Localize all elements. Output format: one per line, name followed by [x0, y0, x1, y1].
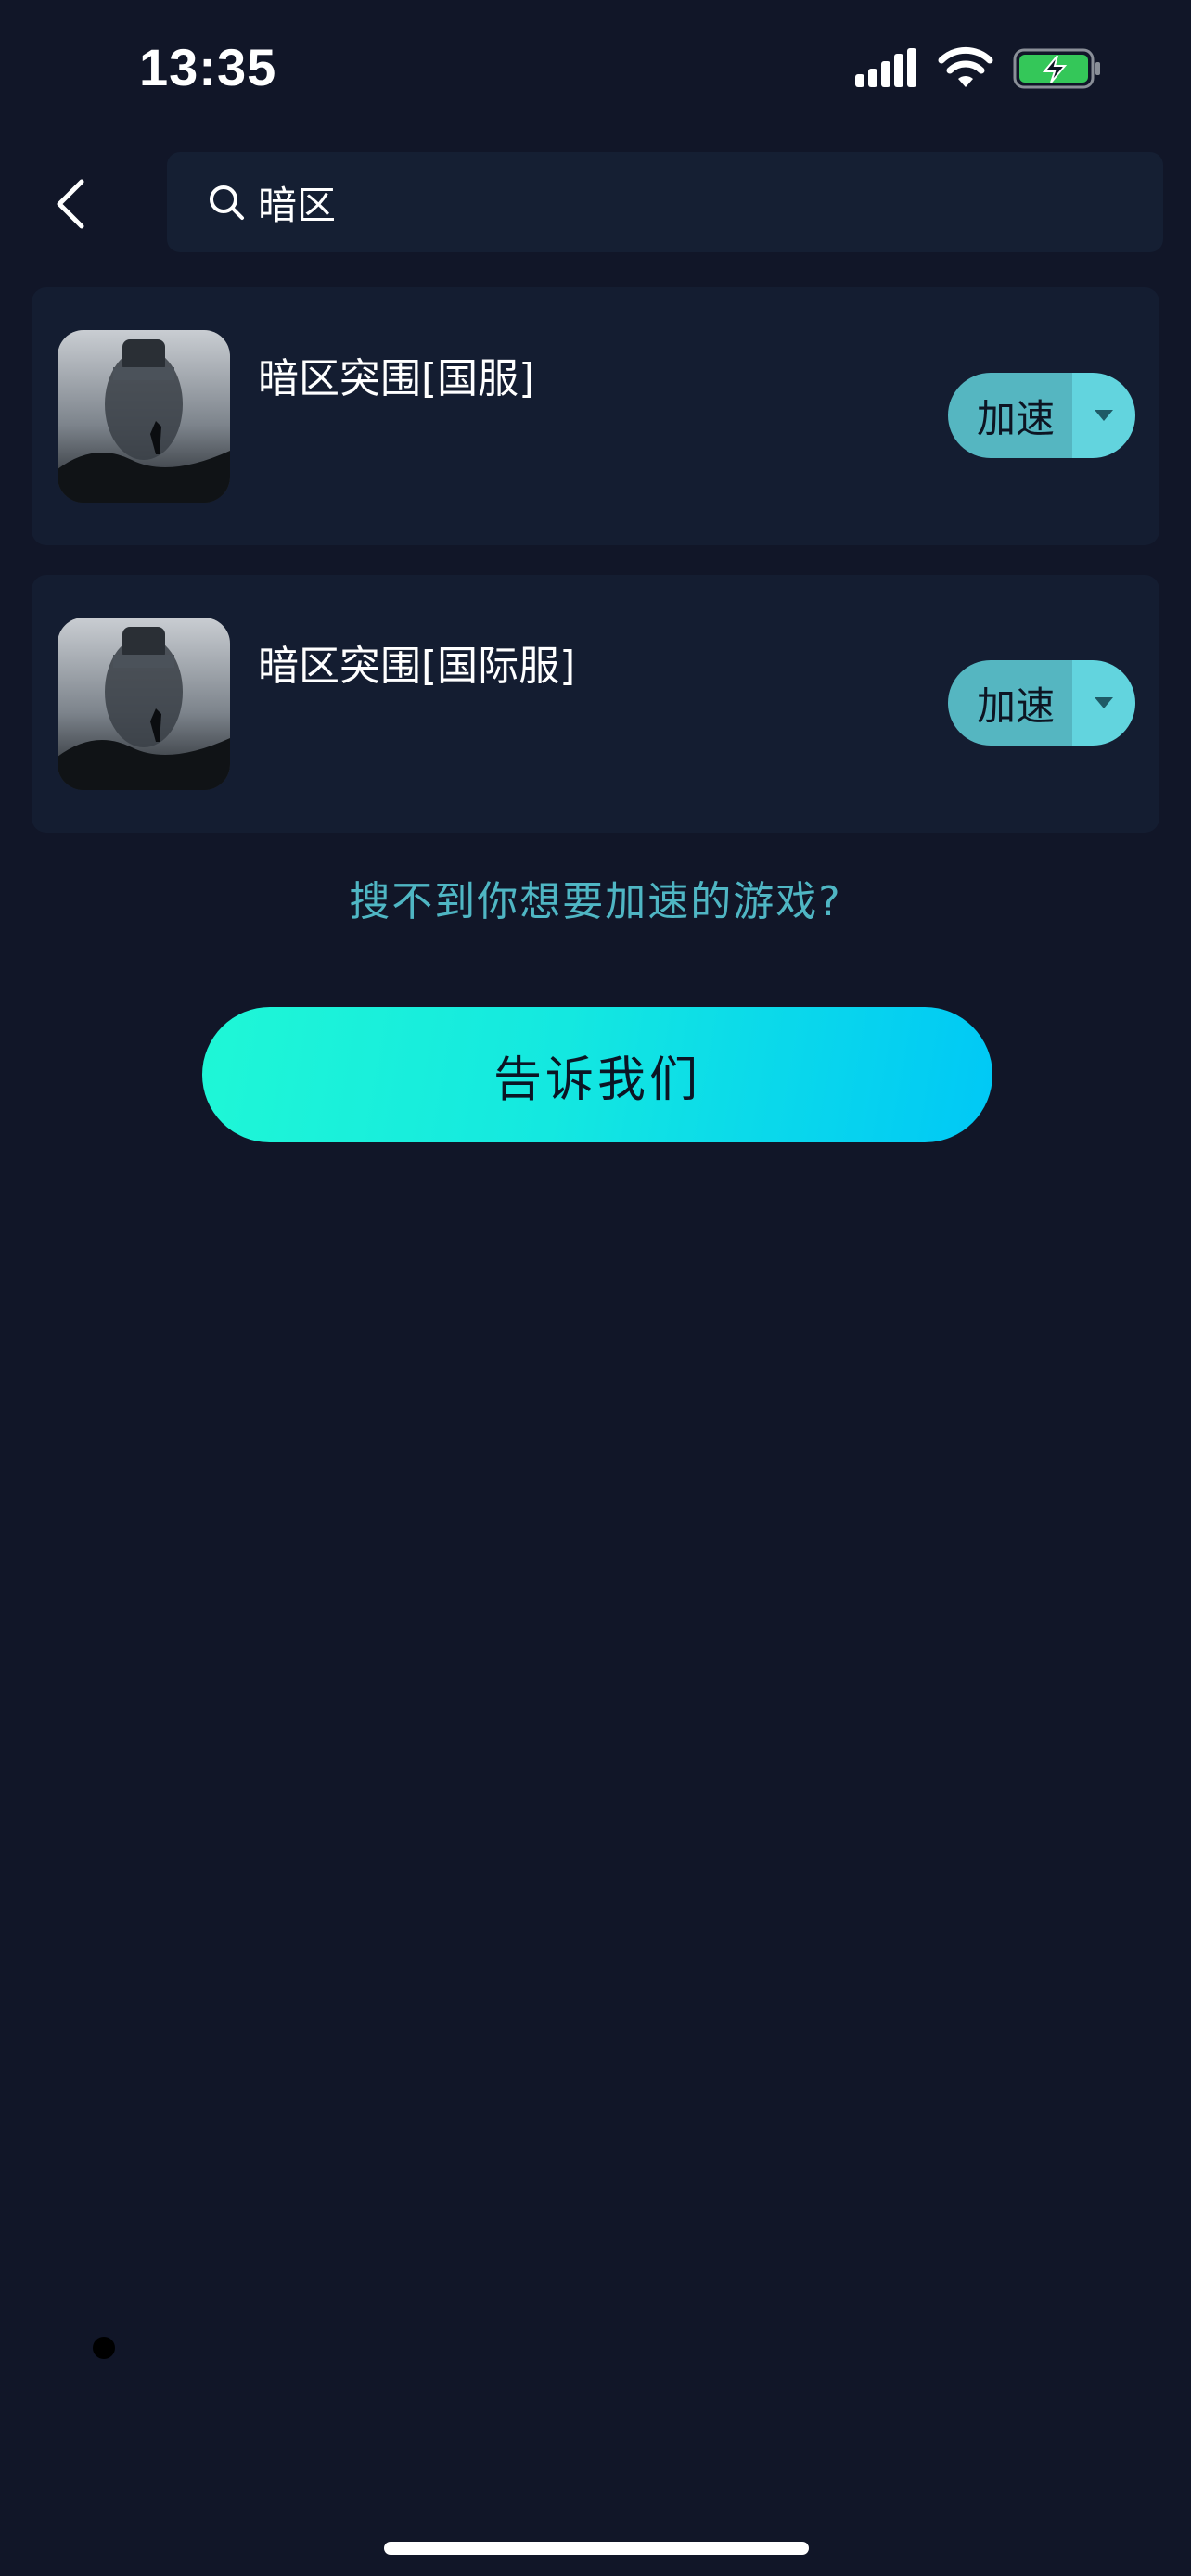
search-icon: [206, 182, 247, 223]
search-results-screen: 13:35 暗区 暗区突围[国服] 加速 暗区突围[国际服] 加速 搜不到你想要…: [0, 0, 1191, 2576]
status-bar: 13:35: [0, 0, 1191, 139]
floating-dot: [93, 2337, 115, 2359]
accelerate-label[interactable]: 加速: [948, 660, 1072, 746]
search-box[interactable]: [167, 152, 1163, 252]
back-button[interactable]: [33, 167, 108, 241]
tell-us-button[interactable]: 告诉我们: [202, 1007, 992, 1142]
accelerate-button[interactable]: 加速: [948, 660, 1135, 746]
game-title: 暗区突围[国际服]: [258, 643, 576, 690]
accelerate-label[interactable]: 加速: [948, 373, 1072, 458]
home-indicator[interactable]: [384, 2542, 809, 2555]
game-result-card[interactable]: 暗区突围[国际服] 加速: [32, 575, 1159, 833]
accelerate-button[interactable]: 加速: [948, 373, 1135, 458]
caret-down-icon[interactable]: [1072, 373, 1135, 458]
chevron-left-icon: [57, 179, 84, 229]
game-title: 暗区突围[国服]: [258, 355, 535, 402]
not-found-help-text: 搜不到你想要加速的游戏?: [349, 878, 842, 925]
game-thumbnail: [58, 618, 230, 790]
caret-down-icon[interactable]: [1072, 660, 1135, 746]
wifi-icon: [938, 46, 993, 87]
battery-charging-icon: [1013, 48, 1100, 89]
game-result-card[interactable]: 暗区突围[国服] 加速: [32, 287, 1159, 545]
game-thumbnail: [58, 330, 230, 503]
search-header: [0, 148, 1191, 260]
status-time: 13:35: [139, 38, 277, 96]
search-input[interactable]: [256, 164, 1076, 240]
signal-icon: [855, 48, 916, 87]
